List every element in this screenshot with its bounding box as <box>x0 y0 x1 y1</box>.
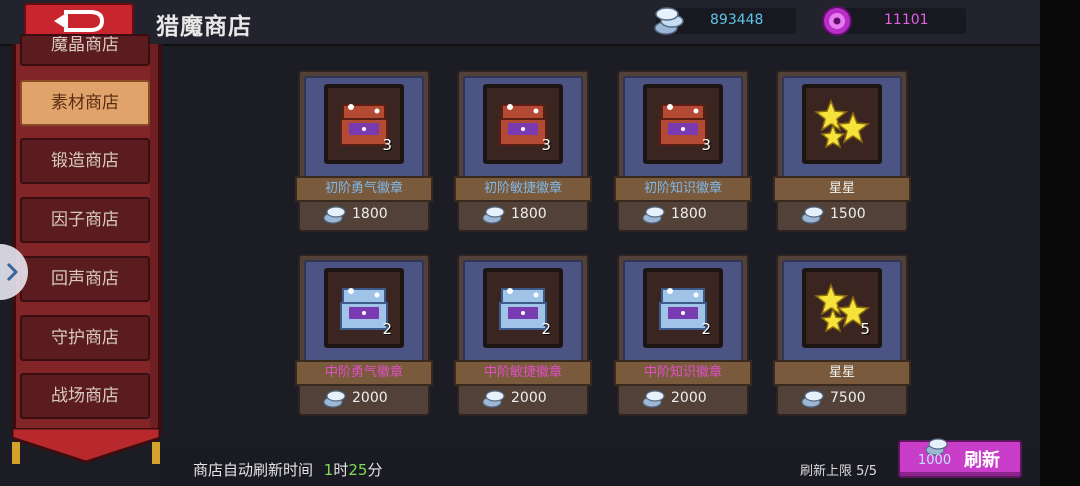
sidebar-item-label: 素材商店 <box>51 93 119 113</box>
shop-item-card[interactable]: 星星 1500 <box>773 64 911 232</box>
silver-currency: 893448 <box>654 7 796 35</box>
shop-item-card[interactable]: 3 初阶勇气徽章 1800 <box>295 64 433 232</box>
item-price-amount: 2000 <box>511 390 547 406</box>
refresh-limit: 刷新上限 5/5 <box>800 464 878 479</box>
minutes-unit: 分 <box>367 461 383 479</box>
silver-coin-icon <box>642 390 665 408</box>
silver-coin-icon <box>642 206 665 224</box>
item-price-amount: 2000 <box>671 390 707 406</box>
sidebar-item-material-shop[interactable]: 素材商店 <box>20 80 150 126</box>
sidebar-item-battlefield-shop[interactable]: 战场商店 <box>20 373 150 419</box>
item-price: 2000 <box>298 386 426 410</box>
item-name: 中阶知识徽章 <box>614 360 752 386</box>
sidebar-item-guardian-shop[interactable]: 守护商店 <box>20 315 150 361</box>
item-name: 星星 <box>773 176 911 202</box>
silver-coin-icon <box>482 390 505 408</box>
refresh-timer: 商店自动刷新时间 1时25分 <box>193 459 382 480</box>
sidebar-item-label: 魔晶商店 <box>51 35 119 55</box>
back-arrow-icon <box>54 10 105 32</box>
item-icon-wrap <box>809 91 875 157</box>
silver-amount: 893448 <box>710 12 764 28</box>
sidebar-item-label: 战场商店 <box>51 386 119 406</box>
sidebar-item-label: 因子商店 <box>51 210 119 230</box>
item-name: 初阶敏捷徽章 <box>454 176 592 202</box>
shop-item-card[interactable]: 3 初阶知识徽章 1800 <box>614 64 752 232</box>
shop-item-card[interactable]: 3 初阶敏捷徽章 1800 <box>454 64 592 232</box>
sidebar-item-echo-shop[interactable]: 回声商店 <box>20 256 150 302</box>
item-quantity: 2 <box>541 320 551 338</box>
item-price-amount: 1500 <box>830 206 866 222</box>
item-price-amount: 1800 <box>511 206 547 222</box>
item-price: 2000 <box>457 386 585 410</box>
silver-coin-icon <box>323 206 346 224</box>
item-quantity: 3 <box>541 136 551 154</box>
item-price-amount: 1800 <box>352 206 388 222</box>
item-name: 中阶勇气徽章 <box>295 360 433 386</box>
gem-currency: 11101 <box>822 6 966 36</box>
screen-edge <box>1040 0 1080 486</box>
silver-coin-icon <box>801 206 824 224</box>
item-price: 1800 <box>298 202 426 226</box>
item-name: 星星 <box>773 360 911 386</box>
item-name: 初阶知识徽章 <box>614 176 752 202</box>
silver-coin-icon <box>801 390 824 408</box>
page-title: 猎魔商店 <box>156 14 252 40</box>
hours-unit: 时 <box>333 461 349 479</box>
sidebar-item-label: 回声商店 <box>51 269 119 289</box>
item-quantity: 3 <box>382 136 392 154</box>
shop-item-card[interactable]: 2 中阶勇气徽章 2000 <box>295 248 433 416</box>
refresh-cost: 1000 <box>918 453 952 468</box>
chevron-right-icon <box>6 262 19 282</box>
gem-icon <box>822 6 852 36</box>
item-name: 中阶敏捷徽章 <box>454 360 592 386</box>
item-price: 1800 <box>457 202 585 226</box>
item-price: 1500 <box>776 202 904 226</box>
star-icon <box>809 91 875 157</box>
sidebar-item-label: 锻造商店 <box>51 151 119 171</box>
refresh-button[interactable]: 1000 刷新 <box>898 438 1022 478</box>
silver-coin-icon <box>654 7 684 35</box>
gem-amount: 11101 <box>884 12 929 28</box>
sidebar-item-factor-shop[interactable]: 因子商店 <box>20 197 150 243</box>
shop-item-card[interactable]: 2 中阶知识徽章 2000 <box>614 248 752 416</box>
refresh-minutes: 25 <box>348 461 368 479</box>
silver-coin-icon <box>323 390 346 408</box>
sidebar-item-label: 守护商店 <box>51 328 119 348</box>
item-price: 7500 <box>776 386 904 410</box>
item-price: 2000 <box>617 386 745 410</box>
item-quantity: 2 <box>701 320 711 338</box>
silver-coin-icon <box>482 206 505 224</box>
item-price-amount: 7500 <box>830 390 866 406</box>
item-quantity: 2 <box>382 320 392 338</box>
shop-item-card[interactable]: 5 星星 7500 <box>773 248 911 416</box>
item-name: 初阶勇气徽章 <box>295 176 433 202</box>
item-price: 1800 <box>617 202 745 226</box>
refresh-label: 刷新 <box>964 450 1000 471</box>
refresh-hours: 1 <box>323 461 334 479</box>
sidebar-item-forge-shop[interactable]: 锻造商店 <box>20 138 150 184</box>
item-quantity: 5 <box>860 320 870 338</box>
item-price-amount: 1800 <box>671 206 707 222</box>
banner-tail <box>12 428 160 464</box>
expand-handle[interactable] <box>0 244 28 300</box>
refresh-timer-label: 商店自动刷新时间 <box>193 461 314 479</box>
item-quantity: 3 <box>701 136 711 154</box>
sidebar-item-crystal-shop[interactable]: 魔晶商店 <box>20 34 150 66</box>
item-price-amount: 2000 <box>352 390 388 406</box>
shop-item-card[interactable]: 2 中阶敏捷徽章 2000 <box>454 248 592 416</box>
